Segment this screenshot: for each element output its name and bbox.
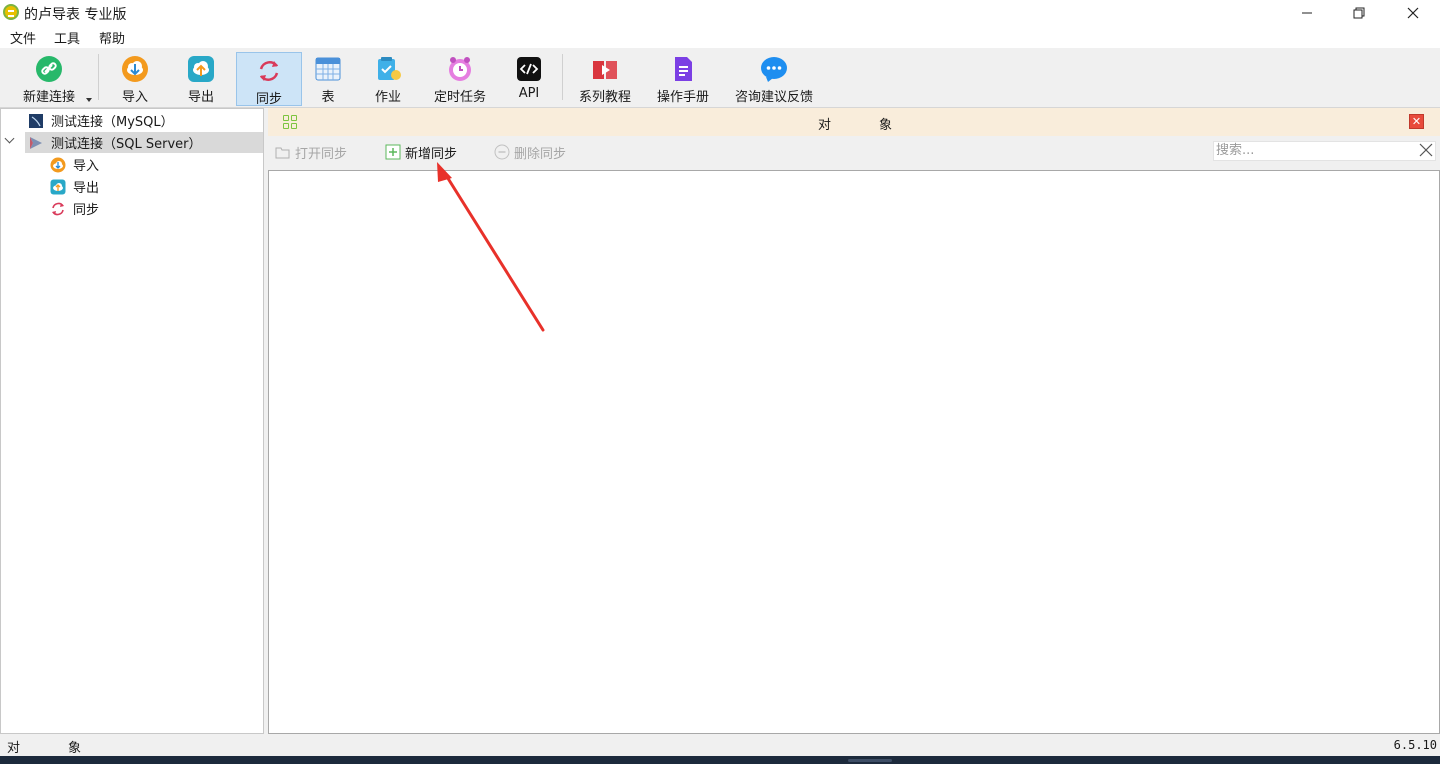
tree-item-label: 测试连接（MySQL） (51, 115, 174, 130)
open-sync-label: 打开同步 (295, 146, 348, 162)
menu-help[interactable]: 帮助 (99, 28, 125, 47)
new-connection-label: 新建连接 (22, 90, 75, 105)
tutorials-button[interactable]: 系列教程 (574, 51, 636, 105)
manual-button[interactable]: 操作手册 (652, 51, 714, 105)
connection-tree: 测试连接（MySQL） 测试连接（SQL Server） 导入 导出 同步 (0, 108, 264, 734)
menu-bar: 文件 工具 帮助 (0, 26, 1440, 48)
minus-circle-icon (494, 144, 510, 160)
feedback-button[interactable]: 咨询建议反馈 (732, 51, 816, 105)
folder-open-icon (275, 144, 291, 160)
tree-item-import[interactable]: 导入 (50, 154, 260, 175)
menu-tools[interactable]: 工具 (54, 28, 80, 47)
mysql-icon (28, 113, 44, 129)
objects-header: 对象 ✕ (268, 108, 1440, 136)
sync-label: 同步 (255, 92, 282, 107)
minimize-icon (1302, 12, 1312, 14)
objects-content-area (268, 170, 1440, 734)
job-icon (374, 55, 402, 83)
grid-view-icon[interactable] (283, 115, 298, 130)
tree-item-sqlserver-connection[interactable]: 测试连接（SQL Server） (25, 132, 263, 153)
version-label: 6.5.10 (1393, 738, 1437, 752)
table-button[interactable]: 表 (308, 51, 348, 105)
tree-item-label: 测试连接（SQL Server） (51, 137, 202, 152)
job-label: 作业 (374, 90, 401, 105)
clear-search-icon[interactable] (1418, 142, 1434, 158)
api-button[interactable]: API (510, 51, 548, 105)
clock-icon (446, 55, 474, 83)
import-button[interactable]: 导入 (112, 51, 158, 105)
search-input[interactable]: 搜索... (1213, 141, 1436, 161)
tree-item-mysql-connection[interactable]: 测试连接（MySQL） (28, 110, 263, 131)
tutorials-label: 系列教程 (578, 90, 631, 105)
code-icon (515, 55, 543, 83)
delete-sync-label: 删除同步 (514, 146, 567, 162)
sqlserver-icon (28, 135, 44, 151)
scheduled-task-button[interactable]: 定时任务 (428, 51, 492, 105)
app-logo-icon (3, 4, 19, 20)
menu-file[interactable]: 文件 (10, 28, 36, 47)
window-title: 的卢导表 专业版 (24, 7, 127, 23)
import-label: 导入 (121, 90, 148, 105)
table-label: 表 (321, 90, 335, 105)
tree-item-label: 导出 (73, 181, 100, 196)
cloud-download-icon (50, 157, 66, 173)
cloud-download-icon (121, 55, 149, 83)
toolbar-separator (562, 54, 563, 100)
sync-icon (255, 57, 283, 85)
restore-button[interactable] (1332, 0, 1386, 26)
close-tab-button[interactable]: ✕ (1409, 114, 1424, 129)
status-text: 对象 (7, 741, 130, 756)
tree-item-sync[interactable]: 同步 (50, 198, 260, 219)
new-sync-label: 新增同步 (405, 146, 458, 162)
api-label: API (518, 86, 540, 101)
main-toolbar: 新建连接 导入 导出 同步 表 作业 定时任务 API 系列教程 操作手册 咨询… (0, 48, 1440, 108)
sync-button[interactable]: 同步 (236, 52, 302, 107)
tree-item-label: 同步 (73, 203, 100, 218)
manual-label: 操作手册 (656, 90, 709, 105)
job-button[interactable]: 作业 (366, 51, 410, 105)
plus-icon (385, 144, 401, 160)
taskbar-edge (0, 756, 1440, 764)
minimize-button[interactable] (1280, 0, 1334, 26)
export-label: 导出 (187, 90, 214, 105)
open-sync-button[interactable]: 打开同步 (275, 141, 347, 163)
cloud-upload-icon (50, 179, 66, 195)
objects-toolbar: 打开同步 新增同步 删除同步 搜索... (268, 136, 1440, 170)
restore-icon (1353, 7, 1365, 19)
cloud-upload-icon (187, 55, 215, 83)
close-window-button[interactable] (1386, 0, 1440, 26)
tree-item-export[interactable]: 导出 (50, 176, 260, 197)
close-icon (1407, 7, 1419, 19)
feedback-label: 咨询建议反馈 (734, 90, 813, 105)
status-bar: 对象 6.5.10 (0, 734, 1440, 756)
objects-panel: 对象 ✕ 打开同步 新增同步 删除同步 搜索... (268, 108, 1440, 734)
new-connection-button[interactable]: 新建连接 (14, 51, 84, 105)
video-book-icon (591, 55, 619, 83)
sync-icon (50, 201, 66, 217)
table-icon (314, 55, 342, 83)
chat-bubble-icon (760, 55, 788, 83)
scheduled-task-label: 定时任务 (433, 90, 486, 105)
document-icon (669, 55, 697, 83)
title-bar: 的卢导表 专业版 (0, 0, 1440, 26)
export-button[interactable]: 导出 (178, 51, 224, 105)
link-icon (35, 55, 63, 83)
new-sync-button[interactable]: 新增同步 (385, 141, 457, 163)
objects-title: 对象 (818, 118, 941, 133)
tree-item-label: 导入 (73, 159, 100, 174)
delete-sync-button[interactable]: 删除同步 (494, 141, 566, 163)
toolbar-separator (98, 54, 99, 100)
close-icon: ✕ (1411, 115, 1422, 128)
dropdown-arrow-icon[interactable] (86, 98, 92, 102)
